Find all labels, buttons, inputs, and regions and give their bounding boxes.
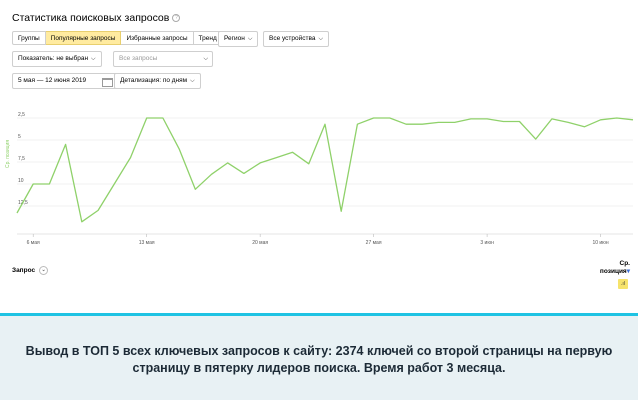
- calendar-icon: [102, 78, 113, 87]
- queries-select[interactable]: Все запросы ⌵: [113, 51, 213, 67]
- x-tick-label: 6 мая: [27, 240, 40, 246]
- sort-arrow-icon: ▾: [626, 268, 630, 275]
- devices-dropdown[interactable]: Все устройства ⌵: [263, 31, 330, 47]
- region-dropdown[interactable]: Регион ⌵: [218, 31, 259, 47]
- sort-icon[interactable]: ⌄: [39, 266, 49, 275]
- tab-group: Группы Популярные запросы Избранные запр…: [12, 31, 223, 45]
- chevron-down-icon: ⌵: [318, 36, 324, 42]
- tab-groups[interactable]: Группы: [12, 31, 46, 45]
- chevron-down-icon: ⌵: [190, 78, 195, 84]
- detail-label: Детализация: по дням: [120, 77, 188, 84]
- x-tick-label: 13 мая: [139, 240, 155, 246]
- detail-dropdown[interactable]: Детализация: по дням ⌵: [114, 73, 201, 89]
- chart-grid: [17, 117, 633, 235]
- chart-toggle-icon[interactable]: .ıl: [618, 279, 628, 289]
- page-title: Статистика поисковых запросов?: [12, 12, 181, 24]
- indicator-label: Показатель: не выбран: [18, 55, 89, 62]
- chevron-down-icon: ⌵: [247, 36, 253, 42]
- y-axis-label: Ср. позиция: [5, 140, 11, 168]
- position-header-line2: позиция: [599, 268, 627, 275]
- region-label: Регион: [224, 35, 245, 42]
- tab-popular-queries[interactable]: Популярные запросы: [45, 31, 122, 45]
- position-column-header[interactable]: Ср. позиция▾: [600, 260, 630, 276]
- tab-favorite-queries[interactable]: Избранные запросы: [121, 31, 194, 45]
- chart-x-ticks: 6 мая 13 мая 20 мая 27 мая 3 июн 10 июн: [27, 234, 609, 246]
- x-tick-label: 10 июн: [592, 240, 608, 246]
- position-header-line1: Ср.: [619, 260, 630, 267]
- date-range-picker[interactable]: 5 мая — 12 июня 2019: [12, 73, 118, 89]
- chart-y-ticks: 2,557,51012,5: [18, 112, 28, 206]
- queries-placeholder: Все запросы: [119, 55, 158, 62]
- info-icon[interactable]: ?: [172, 14, 181, 23]
- y-tick-label: 7,5: [18, 156, 25, 162]
- query-header-label: Запрос: [12, 267, 36, 275]
- footer-divider: [0, 313, 638, 316]
- y-tick-label: 5: [18, 134, 21, 140]
- x-tick-label: 20 мая: [252, 240, 268, 246]
- chevron-down-icon: ⌵: [91, 56, 96, 62]
- x-tick-label: 27 мая: [366, 240, 382, 246]
- x-tick-label: 3 июн: [480, 240, 494, 246]
- position-chart: 2,557,51012,5 6 мая 13 мая 20 мая 27 мая 3 и…: [5, 112, 634, 246]
- footer-caption: Вывод в ТОП 5 всех ключевых запросов к с…: [25, 344, 613, 375]
- y-tick-label: 10: [18, 178, 24, 184]
- y-tick-label: 2,5: [18, 112, 25, 118]
- chevron-down-icon: ⌵: [203, 56, 208, 62]
- page-title-text: Статистика поисковых запросов: [12, 12, 170, 24]
- devices-label: Все устройства: [269, 35, 316, 42]
- date-range-text: 5 мая — 12 июня 2019: [18, 77, 87, 84]
- query-column-header[interactable]: Запрос ⌄: [12, 266, 49, 275]
- indicator-dropdown[interactable]: Показатель: не выбран ⌵: [12, 51, 102, 67]
